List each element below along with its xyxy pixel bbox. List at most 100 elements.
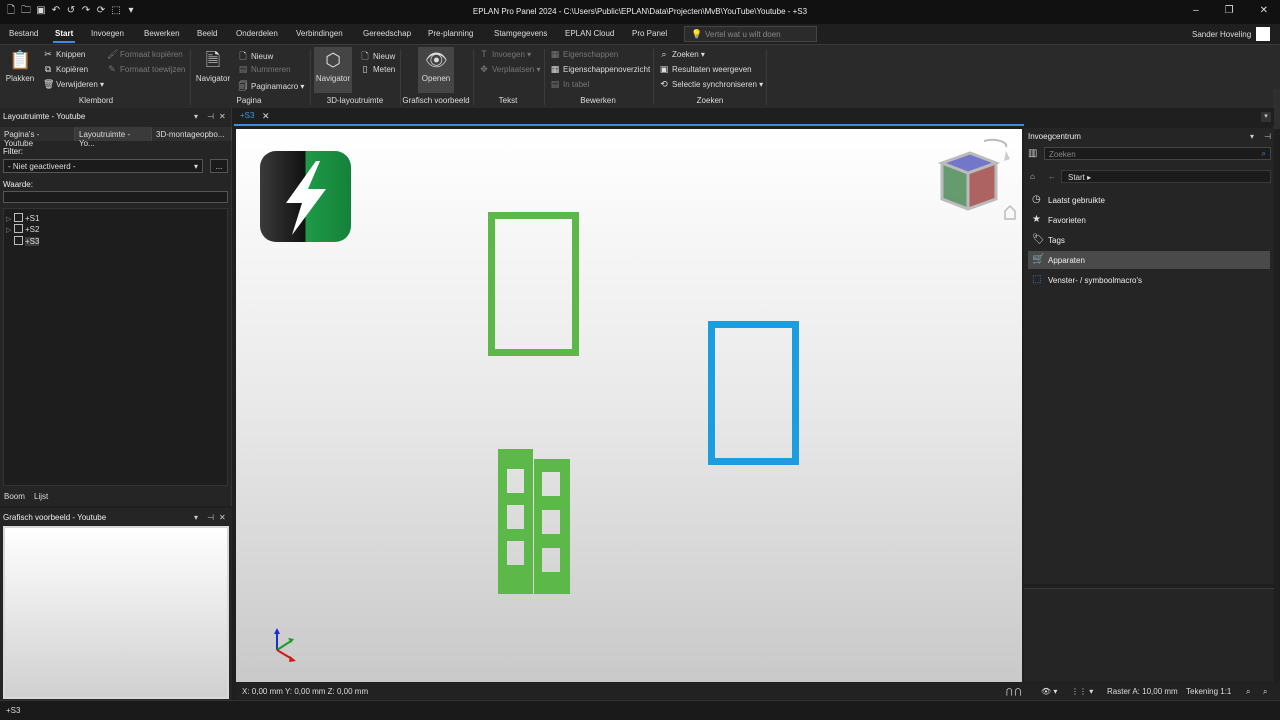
drawing-scale[interactable]: Tekening 1:1 [1186,687,1231,696]
back-icon[interactable]: ← [1048,172,1056,181]
copy-icon: ⧉ [44,64,52,74]
page-macro-button[interactable]: 🗐 Paginamacro ▾ [238,79,305,95]
panel-menu-icon[interactable]: ▾ [194,112,198,121]
book-icon[interactable]: ▥ [1028,148,1037,159]
navigator-icon: 🗎 [205,50,221,70]
breadcrumb[interactable]: Start ▸ [1061,170,1271,183]
tab-bestand[interactable]: Bestand [9,29,38,38]
view-cube[interactable] [937,138,1016,220]
tab-verbindingen[interactable]: Verbindingen [296,29,343,38]
chevron-down-icon[interactable]: ▾ [1261,112,1271,122]
insert-item-tags[interactable]: 🏷 Tags [1028,231,1270,249]
properties-button[interactable]: ▦ Eigenschappen [550,49,618,60]
copy-button[interactable]: ⧉ Kopiëren [43,64,88,75]
tab-eplan-cloud[interactable]: EPLAN Cloud [565,29,614,38]
minimize-icon[interactable]: – [1193,5,1199,16]
layout-tree [3,208,228,486]
tab-tree[interactable]: Boom [4,492,25,501]
insert-item-devices[interactable]: 🛒 Apparaten [1028,251,1270,269]
zoom-icon[interactable]: ⌕ [1246,687,1250,697]
page-new-button[interactable]: 🗋 Nieuw [238,49,273,65]
snap-icon[interactable]: ⋂ ⋂ [1006,687,1021,696]
pin-icon[interactable]: ⊣ [1264,132,1271,141]
show-results-button[interactable]: ▣ Resultaten weergeven [659,64,752,75]
expand-icon[interactable]: ▷ [6,226,14,234]
terminal-block[interactable] [498,449,570,594]
sync-icon: ⟲ [660,79,668,89]
panel-title: Layoutruimte - Youtube [3,112,86,121]
open-preview-button[interactable]: 👁 Openen [418,47,454,93]
insert-item-favorites[interactable]: ★ Favorieten [1028,211,1270,229]
clock-icon: ◷ [1032,194,1041,205]
tab-invoegen[interactable]: Invoegen [91,29,124,38]
panel-menu-icon[interactable]: ▾ [194,513,198,522]
cut-button[interactable]: ✂ Knippen [43,49,85,60]
panel-menu-icon[interactable]: ▾ [1250,132,1254,141]
close-icon[interactable]: ✕ [219,513,226,522]
tab-pro-panel[interactable]: Pro Panel [632,29,667,38]
tree-item[interactable]: +S3 [6,236,40,246]
group-clipboard: Klembord [78,96,114,105]
tab-stamgegevens[interactable]: Stamgegevens [494,29,547,38]
tree-item[interactable]: ▷ +S1 [6,213,39,223]
grid-readout[interactable]: Raster A: 10,00 mm [1107,687,1178,696]
close-icon[interactable]: ✕ [219,112,226,121]
text-insert-button[interactable]: T Invoegen ▾ [479,49,531,59]
chevron-right-icon: ▸ [1087,173,1092,182]
tab-pre-planning[interactable]: Pre-planning [428,29,473,38]
ribbon-scrollbar[interactable] [1273,89,1280,129]
measure-button[interactable]: ▯ Meten [360,64,396,75]
green-part[interactable] [488,212,579,356]
paste-button[interactable]: 📋 Plakken [4,47,36,93]
navigator-button[interactable]: 🗎 Navigator [195,47,231,93]
tab-onderdelen[interactable]: Onderdelen [236,29,278,38]
tell-me-input[interactable]: 💡 Vertel wat u wilt doen [684,26,817,42]
tab-bewerken[interactable]: Bewerken [144,29,180,38]
format-copy-button[interactable]: 🖌 Formaat kopiëren [107,49,183,60]
sync-selection-button[interactable]: ⟲ Selectie synchroniseren ▾ [659,79,763,90]
document-tab[interactable]: +S3 [240,111,254,120]
home-icon[interactable]: ⌂ [1030,172,1035,181]
expand-icon[interactable]: ▷ [6,215,14,223]
tab-start[interactable]: Start [52,29,76,43]
page-number-button[interactable]: ▤ Nummeren [238,64,291,75]
pin-icon[interactable]: ⊣ [207,513,214,522]
in-table-button[interactable]: ▤ In tabel [550,79,590,90]
insert-item-macros[interactable]: ⬚ Venster- / symboolmacro's [1028,271,1270,289]
visibility-icon[interactable]: 👁 ▾ [1041,687,1057,696]
insert-item-recent[interactable]: ◷ Laatst gebruikte [1028,191,1270,209]
tab-layout-space[interactable]: Layoutruimte - Yo... [75,127,152,148]
tab-list[interactable]: Lijst [34,492,48,501]
close-icon[interactable]: ✕ [262,111,270,122]
filter-select[interactable]: - Niet geactiveerd - ▾ [3,159,203,173]
format-apply-button[interactable]: ✎ Formaat toewijzen [107,64,185,75]
ruler-icon: ▯ [362,64,368,74]
tree-item[interactable]: ▷ +S2 [6,224,39,234]
layout-new-button[interactable]: 🗋 Nieuw [360,49,395,65]
brush-icon: 🖌 [107,49,119,59]
maximize-icon[interactable]: ❐ [1225,5,1234,16]
search-input[interactable]: Zoeken ⌕ [1044,147,1271,160]
layout-navigator-button[interactable]: ⬡ Navigator [314,47,352,93]
delete-button[interactable]: 🗑 Verwijderen ▾ [43,79,104,90]
value-input[interactable] [3,191,228,203]
search-button[interactable]: ⌕ Zoeken ▾ [659,49,704,60]
tab-gereedschap[interactable]: Gereedschap [363,29,411,38]
filter-more-button[interactable]: ... [210,159,228,173]
grid-icon[interactable]: ⋮⋮ ▾ [1071,687,1093,696]
user-name[interactable]: Sander Hoveling [1192,30,1251,39]
text-move-button[interactable]: ✥ Verplaatsen ▾ [479,64,540,75]
pin-icon[interactable]: ⊣ [207,112,214,121]
zoom-out-icon[interactable]: ⌕ [1263,687,1267,697]
properties-overview-button[interactable]: ▦ Eigenschappenoverzicht [550,64,650,75]
clipboard-icon: 📋 [9,50,32,70]
search-icon[interactable]: ⌕ [1262,149,1266,159]
tab-pages[interactable]: Pagina's - Youtube [0,127,75,148]
numbering-icon: ▤ [238,64,248,74]
tab-beeld[interactable]: Beeld [197,29,217,38]
blue-part[interactable] [708,321,799,465]
avatar[interactable] [1256,27,1270,41]
layout-canvas[interactable] [236,129,1022,682]
close-icon[interactable]: ✕ [1260,5,1268,16]
tab-3d-mounting[interactable]: 3D-montageopbo... [152,127,232,141]
